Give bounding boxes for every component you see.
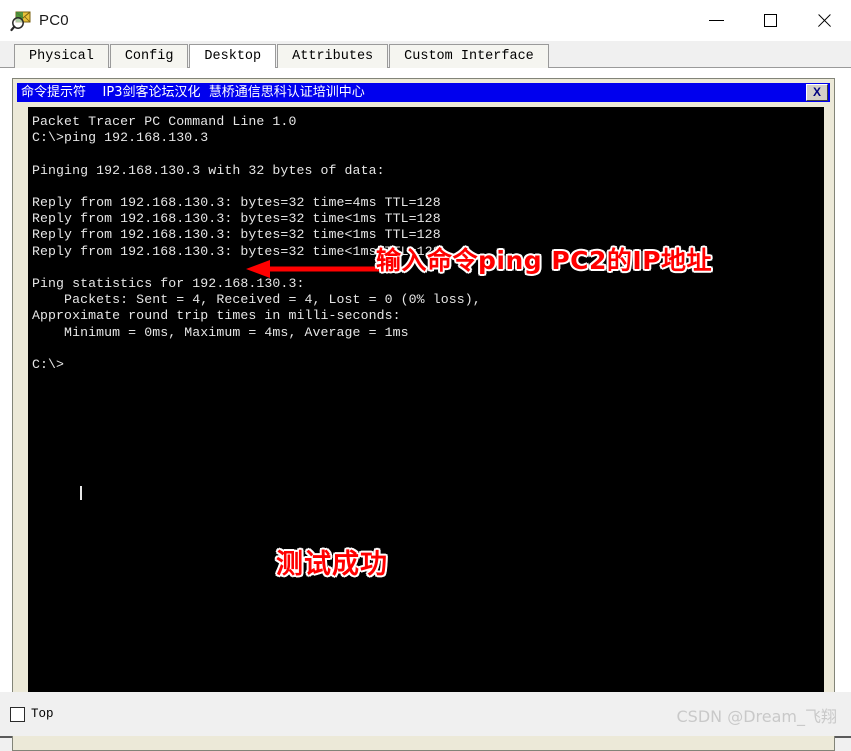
command-prompt-close-button[interactable]: X bbox=[806, 84, 828, 101]
window-bottom-bar: Top CSDN @Dream_飞翔 bbox=[0, 692, 851, 736]
top-checkbox[interactable] bbox=[10, 706, 25, 722]
terminal-cursor bbox=[80, 486, 82, 500]
tab-desktop[interactable]: Desktop bbox=[189, 44, 277, 69]
inspect-envelope-icon bbox=[10, 10, 32, 32]
annotation-success-note: 测试成功 bbox=[276, 549, 388, 580]
window-title-bar: PC0 bbox=[0, 0, 851, 41]
window-title-text: PC0 bbox=[39, 12, 69, 29]
minimize-button[interactable] bbox=[689, 0, 743, 41]
terminal-output-panel[interactable]: Packet Tracer PC Command Line 1.0 C:\>pi… bbox=[28, 107, 824, 734]
tab-custom-interface[interactable]: Custom Interface bbox=[389, 44, 549, 68]
minimize-icon bbox=[708, 20, 724, 21]
window-controls bbox=[689, 0, 851, 41]
device-tab-strip: Physical Config Desktop Attributes Custo… bbox=[0, 41, 851, 69]
top-checkbox-label: Top bbox=[31, 707, 54, 721]
tab-config[interactable]: Config bbox=[109, 44, 189, 68]
csdn-watermark: CSDN @Dream_飞翔 bbox=[676, 707, 838, 726]
tab-attributes[interactable]: Attributes bbox=[277, 44, 389, 68]
command-prompt-window: 命令提示符 IP3剑客论坛汉化 慧桥通信思科认证培训中心 X Packet Tr… bbox=[12, 78, 835, 751]
maximize-icon bbox=[763, 14, 777, 27]
terminal-text: Packet Tracer PC Command Line 1.0 C:\>pi… bbox=[32, 114, 481, 373]
command-prompt-title: 命令提示符 IP3剑客论坛汉化 慧桥通信思科认证培训中心 bbox=[21, 85, 365, 100]
close-icon bbox=[816, 12, 833, 29]
pc0-device-window: PC0 Physical Config Desktop Attributes C… bbox=[0, 0, 851, 751]
top-checkbox-group[interactable]: Top bbox=[10, 706, 54, 722]
tab-physical[interactable]: Physical bbox=[14, 44, 109, 68]
close-button[interactable] bbox=[797, 0, 851, 41]
command-prompt-titlebar: 命令提示符 IP3剑客论坛汉化 慧桥通信思科认证培训中心 X bbox=[17, 83, 830, 102]
maximize-button[interactable] bbox=[743, 0, 797, 41]
desktop-content-area: 命令提示符 IP3剑客论坛汉化 慧桥通信思科认证培训中心 X Packet Tr… bbox=[0, 68, 851, 751]
